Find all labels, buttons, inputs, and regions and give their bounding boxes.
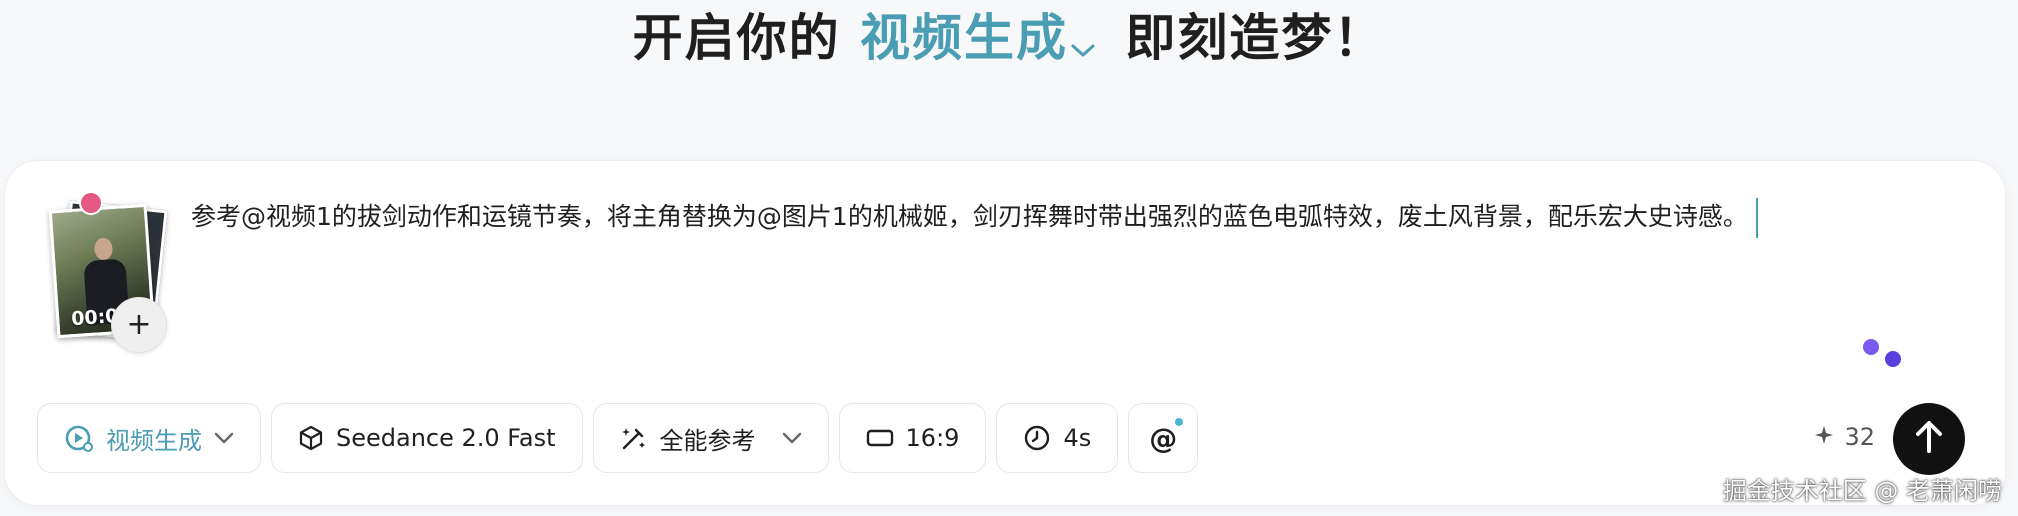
- mention-button[interactable]: @: [1128, 403, 1199, 473]
- reference-media: 00:0 +: [48, 191, 177, 353]
- generation-toolbar: 视频生成 Seedance 2.0 Fast 全能参考 16:9 4s @: [37, 403, 1199, 475]
- aspect-ratio-icon: [866, 428, 894, 448]
- page-headline: 开启你的 视频生成 即刻造梦！: [0, 6, 2018, 74]
- prompt-input[interactable]: 参考@视频1的拔剑动作和运镜节奏，将主角替换为@图片1的机械姬，剑刃挥舞时带出强…: [191, 197, 1931, 238]
- mode-switcher-label: 视频生成: [860, 9, 1068, 67]
- at-icon: @: [1149, 421, 1178, 455]
- aspect-ratio-select[interactable]: 16:9: [838, 403, 987, 473]
- reference-mode-select[interactable]: 全能参考: [592, 403, 829, 473]
- reference-mode-label: 全能参考: [659, 426, 756, 455]
- duration-label: 4s: [1063, 424, 1092, 452]
- chevron-down-icon: [1070, 10, 1096, 74]
- chevron-down-icon: [782, 432, 802, 444]
- headline-suffix: 即刻造梦！: [1125, 9, 1386, 67]
- clock-icon: [1023, 424, 1051, 452]
- headline-prefix: 开启你的: [632, 9, 841, 67]
- notification-dot: [1175, 418, 1184, 426]
- text-cursor: [1755, 198, 1758, 238]
- model-select-label: Seedance 2.0 Fast: [336, 424, 556, 452]
- arrow-up-icon: [1912, 419, 1946, 459]
- plus-icon: +: [126, 307, 152, 342]
- cube-icon: [298, 425, 324, 451]
- mode-select[interactable]: 视频生成: [37, 403, 261, 473]
- mode-select-label: 视频生成: [106, 426, 202, 455]
- duration-select[interactable]: 4s: [996, 403, 1119, 473]
- chevron-down-icon: [214, 432, 234, 444]
- magic-brush-icon: [620, 424, 648, 452]
- aspect-ratio-label: 16:9: [905, 424, 960, 452]
- add-reference-button[interactable]: +: [111, 297, 167, 353]
- watermark: 掘金技术社区 @ 老萧闲唠: [1722, 477, 2002, 505]
- model-select[interactable]: Seedance 2.0 Fast: [271, 403, 583, 473]
- remove-reference-dot[interactable]: [79, 191, 103, 215]
- sparkle-icon: [1814, 423, 1834, 451]
- video-figure-head: [93, 237, 114, 261]
- submit-button[interactable]: [1893, 403, 1965, 475]
- prompt-text: 参考@视频1的拔剑动作和运镜节奏，将主角替换为@图片1的机械姬，剑刃挥舞时带出强…: [191, 202, 1748, 231]
- credits-indicator: 32: [1814, 423, 1875, 451]
- credits-count: 32: [1844, 423, 1875, 451]
- assistant-dots-icon: [1863, 339, 1913, 379]
- mode-switcher[interactable]: 视频生成: [860, 9, 1106, 67]
- prompt-composer: 00:0 + 参考@视频1的拔剑动作和运镜节奏，将主角替换为@图片1的机械姬，剑…: [4, 160, 2006, 506]
- video-play-icon: [64, 423, 94, 453]
